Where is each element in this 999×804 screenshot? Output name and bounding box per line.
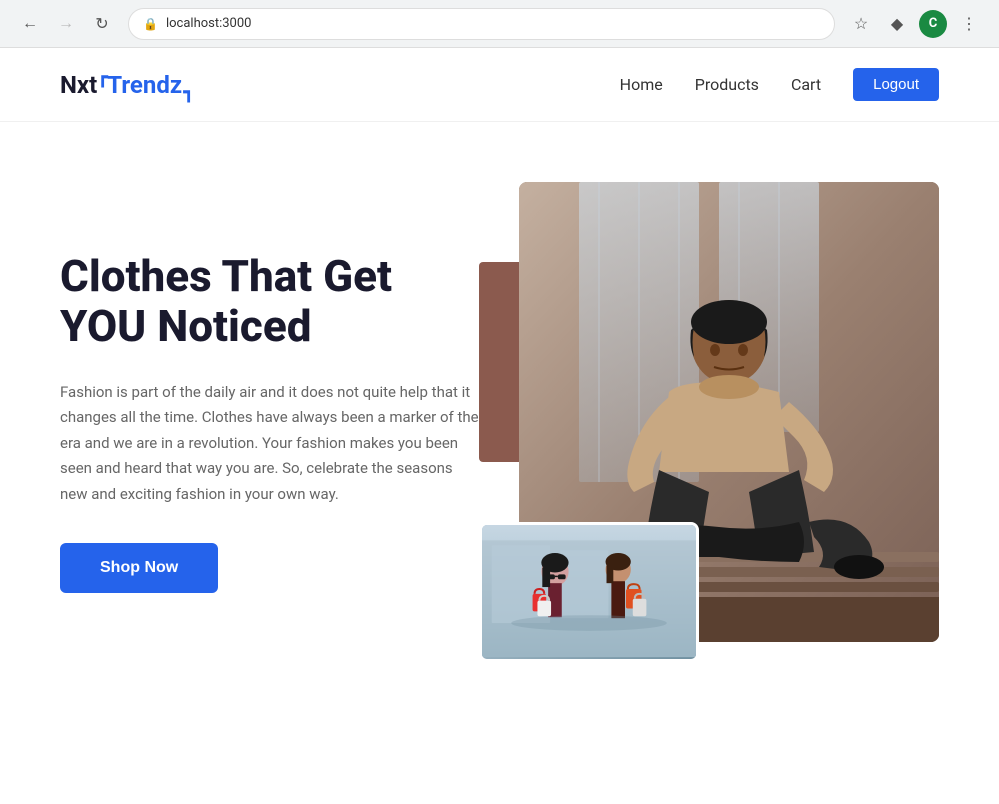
bracket-open-icon: ┏ [97,67,108,88]
hero-images [479,182,939,662]
address-bar[interactable]: 🔒 localhost:3000 [128,8,835,40]
navbar: Nxt ┏ Trendz ┓ Home Products Cart Logout [0,48,999,122]
logo-nxt-text: Nxt [60,71,97,99]
logout-button[interactable]: Logout [853,68,939,101]
browser-nav-buttons: ← → ↻ [16,10,116,38]
menu-icon[interactable]: ⋮ [955,10,983,38]
back-button[interactable]: ← [16,10,44,38]
reload-button[interactable]: ↻ [88,10,116,38]
nav-products[interactable]: Products [695,75,759,94]
star-icon[interactable]: ☆ [847,10,875,38]
browser-chrome: ← → ↻ 🔒 localhost:3000 ☆ ◆ C ⋮ [0,0,999,48]
hero-women-illustration [482,525,696,659]
avatar[interactable]: C [919,10,947,38]
hero-section: Clothes That Get YOU Noticed Fashion is … [0,122,999,702]
shop-now-button[interactable]: Shop Now [60,543,218,593]
browser-actions: ☆ ◆ C ⋮ [847,10,983,38]
logo-trendz-wrapper: ┏ Trendz ┓ [101,71,188,99]
logo-trendz-text: Trendz [101,71,188,99]
nav-home[interactable]: Home [620,75,663,94]
hero-title-line2: YOU Noticed [60,300,311,352]
bracket-close-icon: ┓ [183,82,194,103]
hero-description: Fashion is part of the daily air and it … [60,380,479,508]
page-wrapper: Nxt ┏ Trendz ┓ Home Products Cart Logout… [0,48,999,804]
nav-links: Home Products Cart Logout [620,68,939,101]
url-text: localhost:3000 [166,16,252,31]
hero-content: Clothes That Get YOU Noticed Fashion is … [60,251,479,594]
hero-secondary-image-inner [482,525,696,659]
nav-cart[interactable]: Cart [791,75,821,94]
hero-title-line1: Clothes That Get [60,250,392,302]
logo: Nxt ┏ Trendz ┓ [60,71,188,99]
extensions-icon[interactable]: ◆ [883,10,911,38]
lock-icon: 🔒 [143,17,158,31]
hero-title: Clothes That Get YOU Noticed [60,251,479,352]
forward-button[interactable]: → [52,10,80,38]
hero-secondary-image [479,522,699,662]
